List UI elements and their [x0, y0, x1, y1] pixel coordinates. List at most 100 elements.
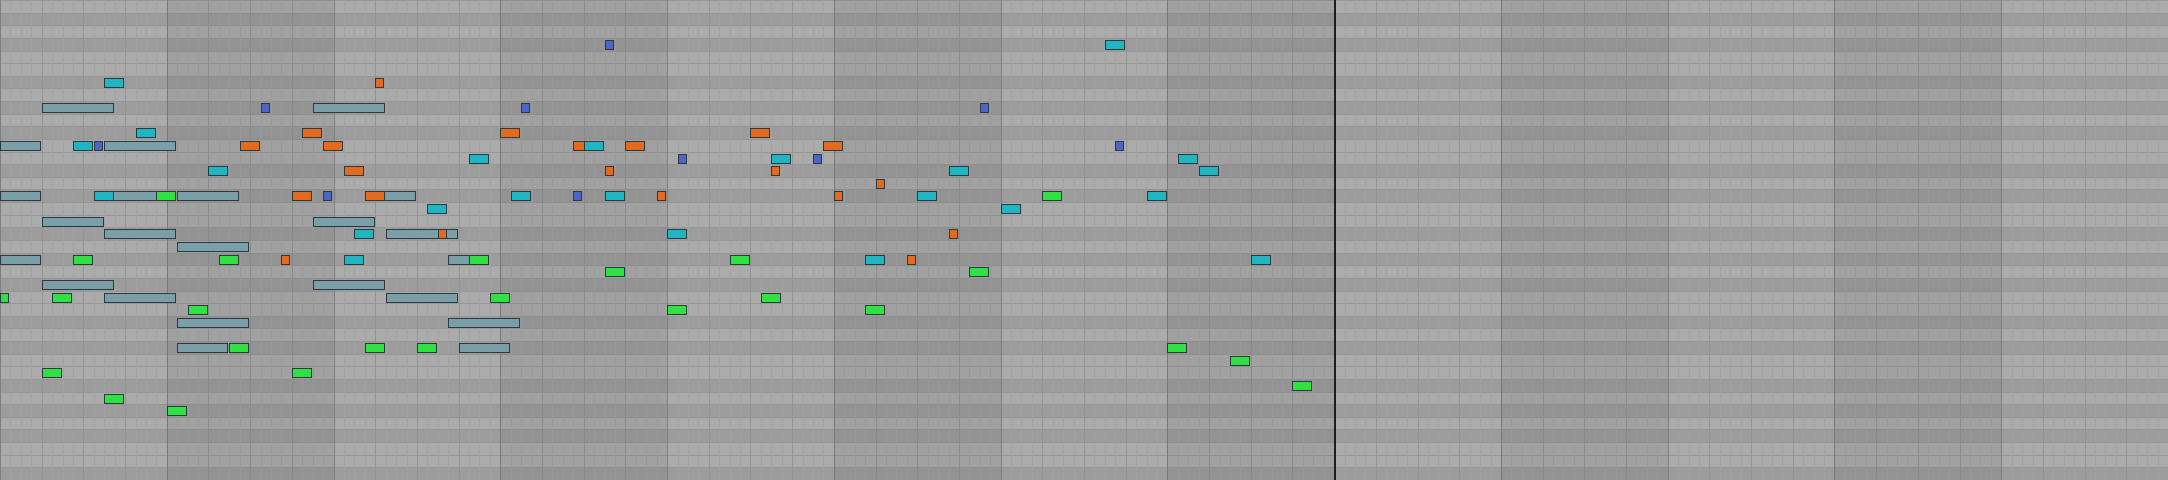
marker-note[interactable] — [323, 191, 332, 201]
pad-note[interactable] — [104, 229, 176, 239]
bass-note[interactable] — [605, 267, 625, 277]
lead-note[interactable] — [1105, 40, 1125, 50]
pad-note[interactable] — [177, 343, 228, 353]
pad-note[interactable] — [104, 141, 176, 151]
accent-note[interactable] — [438, 229, 447, 239]
accent-note[interactable] — [292, 191, 312, 201]
pad-note[interactable] — [177, 191, 239, 201]
accent-note[interactable] — [823, 141, 843, 151]
pad-note[interactable] — [0, 255, 41, 265]
accent-note[interactable] — [302, 128, 322, 138]
lead-note[interactable] — [136, 128, 156, 138]
lead-note[interactable] — [865, 255, 885, 265]
marker-note[interactable] — [980, 103, 989, 113]
lead-note[interactable] — [584, 141, 604, 151]
accent-note[interactable] — [949, 229, 958, 239]
accent-note[interactable] — [876, 179, 885, 189]
lead-note[interactable] — [1178, 154, 1198, 164]
lead-note[interactable] — [427, 204, 447, 214]
marker-note[interactable] — [573, 191, 582, 201]
pad-note[interactable] — [104, 293, 176, 303]
accent-note[interactable] — [771, 166, 780, 176]
accent-note[interactable] — [375, 78, 384, 88]
pad-note[interactable] — [177, 242, 249, 252]
pad-note[interactable] — [313, 103, 385, 113]
lead-note[interactable] — [917, 191, 937, 201]
pad-note[interactable] — [386, 229, 458, 239]
bass-note[interactable] — [52, 293, 72, 303]
pad-note[interactable] — [313, 217, 375, 227]
accent-note[interactable] — [907, 255, 916, 265]
bass-note[interactable] — [156, 191, 176, 201]
pad-note[interactable] — [0, 141, 41, 151]
bass-note[interactable] — [865, 305, 885, 315]
lead-note[interactable] — [949, 166, 969, 176]
lead-note[interactable] — [667, 229, 687, 239]
pad-note[interactable] — [42, 280, 114, 290]
bass-note[interactable] — [417, 343, 437, 353]
lead-note[interactable] — [511, 191, 531, 201]
marker-note[interactable] — [1115, 141, 1124, 151]
bass-note[interactable] — [104, 394, 124, 404]
lead-note[interactable] — [354, 229, 374, 239]
lead-note[interactable] — [469, 154, 489, 164]
bass-note[interactable] — [73, 255, 93, 265]
accent-note[interactable] — [605, 166, 614, 176]
marker-note[interactable] — [813, 154, 822, 164]
lead-note[interactable] — [344, 255, 364, 265]
marker-note[interactable] — [605, 40, 614, 50]
bass-note[interactable] — [667, 305, 687, 315]
lead-note[interactable] — [73, 141, 93, 151]
marker-note[interactable] — [678, 154, 687, 164]
bass-note[interactable] — [1167, 343, 1187, 353]
accent-note[interactable] — [344, 166, 364, 176]
lead-note[interactable] — [771, 154, 791, 164]
bass-note[interactable] — [730, 255, 750, 265]
pad-note[interactable] — [42, 103, 114, 113]
lead-note[interactable] — [208, 166, 228, 176]
pad-note[interactable] — [313, 280, 385, 290]
bass-note[interactable] — [1042, 191, 1062, 201]
lead-note[interactable] — [1147, 191, 1167, 201]
marker-note[interactable] — [261, 103, 270, 113]
accent-note[interactable] — [625, 141, 645, 151]
bass-note[interactable] — [1292, 381, 1312, 391]
bass-note[interactable] — [292, 368, 312, 378]
lead-note[interactable] — [104, 78, 124, 88]
bass-note[interactable] — [761, 293, 781, 303]
pad-note[interactable] — [42, 217, 104, 227]
bass-note[interactable] — [365, 343, 385, 353]
lead-note[interactable] — [94, 191, 114, 201]
marker-note[interactable] — [521, 103, 530, 113]
accent-note[interactable] — [365, 191, 385, 201]
bass-note[interactable] — [229, 343, 249, 353]
accent-note[interactable] — [281, 255, 290, 265]
bass-note[interactable] — [1230, 356, 1250, 366]
accent-note[interactable] — [657, 191, 666, 201]
note-layer[interactable] — [0, 0, 2168, 480]
accent-note[interactable] — [750, 128, 770, 138]
bass-note[interactable] — [219, 255, 239, 265]
marker-note[interactable] — [94, 141, 103, 151]
accent-note[interactable] — [240, 141, 260, 151]
pad-note[interactable] — [0, 191, 41, 201]
bass-note[interactable] — [0, 293, 9, 303]
pad-note[interactable] — [177, 318, 249, 328]
accent-note[interactable] — [500, 128, 520, 138]
bass-note[interactable] — [42, 368, 62, 378]
bass-note[interactable] — [969, 267, 989, 277]
playhead-line[interactable] — [1334, 0, 1336, 480]
accent-note[interactable] — [323, 141, 343, 151]
lead-note[interactable] — [1199, 166, 1219, 176]
accent-note[interactable] — [834, 191, 843, 201]
lead-note[interactable] — [605, 191, 625, 201]
bass-note[interactable] — [469, 255, 489, 265]
bass-note[interactable] — [167, 406, 187, 416]
lead-note[interactable] — [1251, 255, 1271, 265]
pad-note[interactable] — [448, 318, 520, 328]
pad-note[interactable] — [459, 343, 510, 353]
bass-note[interactable] — [188, 305, 208, 315]
pad-note[interactable] — [386, 293, 458, 303]
piano-roll-editor[interactable] — [0, 0, 2168, 480]
bass-note[interactable] — [490, 293, 510, 303]
